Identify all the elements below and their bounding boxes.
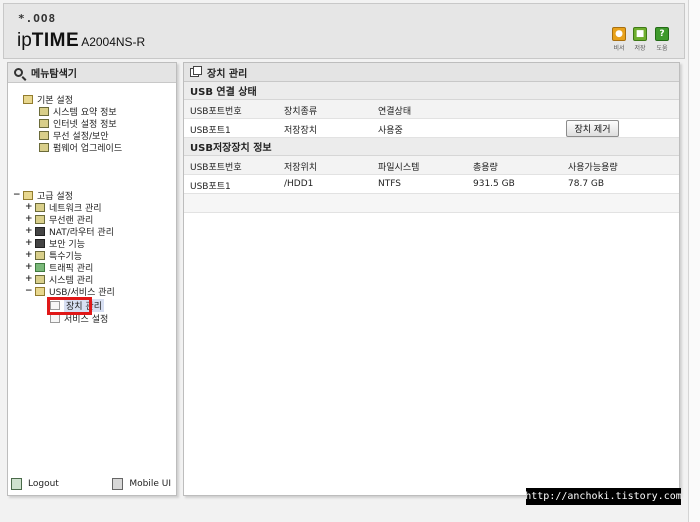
main-panel: 장치 관리 USB 연결 상태 USB포트번호 장치종류 연결상태 USB포트1…: [183, 62, 680, 496]
tree-item-wireless[interactable]: + 무선랜 관리: [25, 213, 93, 226]
folder-icon: [35, 286, 45, 296]
expand-icon[interactable]: +: [25, 250, 33, 260]
lock-icon: [35, 238, 45, 248]
table-row: USB포트1 /HDD1 NTFS 931.5 GB 78.7 GB: [184, 175, 679, 194]
page-icon: [39, 118, 49, 128]
expand-icon[interactable]: +: [25, 214, 33, 224]
table-row: USB포트1 저장장치 사용중 장치 제거: [184, 119, 679, 138]
collapse-icon[interactable]: −: [25, 286, 33, 296]
traffic-icon: [35, 262, 45, 272]
mobile-icon: [112, 478, 124, 490]
folder-icon: [23, 190, 33, 200]
logout-link[interactable]: Logout: [11, 478, 59, 490]
empty-row: [184, 194, 679, 213]
save-icon[interactable]: ■ 저장: [631, 27, 649, 52]
model-name: A2004NS-R: [81, 35, 146, 49]
page-title-bar: 장치 관리: [184, 63, 679, 82]
logout-icon: [11, 478, 22, 490]
usb-storage-section: USB저장장치 정보: [184, 138, 679, 156]
usb-status-header-row: USB포트번호 장치종류 연결상태: [184, 100, 679, 119]
network-icon: [35, 202, 45, 212]
menu-explorer-header: 메뉴탐색기: [8, 63, 176, 83]
remove-device-button[interactable]: 장치 제거: [566, 120, 619, 137]
page-title: 장치 관리: [207, 68, 248, 80]
pages-icon: [190, 65, 202, 77]
expand-icon[interactable]: +: [25, 274, 33, 284]
tree-item-firmware-upgrade[interactable]: 펌웨어 업그레이드: [39, 141, 122, 154]
tree-item-nat-router[interactable]: + NAT/라우터 관리: [25, 225, 114, 238]
brand-logo: ipTIME A2004NS-R: [17, 30, 146, 51]
tree-item-network[interactable]: + 네트워크 관리: [25, 201, 102, 214]
page-icon: [39, 130, 49, 140]
usb-status-section: USB 연결 상태: [184, 82, 679, 100]
url-watermark: http://anchoki.tistory.com: [525, 488, 682, 505]
expand-icon[interactable]: +: [25, 238, 33, 248]
special-icon: [35, 250, 45, 260]
tree-item-security[interactable]: + 보안 기능: [25, 237, 85, 250]
menu-explorer-title: 메뉴탐색기: [31, 69, 77, 80]
expand-icon[interactable]: +: [25, 262, 33, 272]
folder-icon: [23, 94, 33, 104]
expand-icon[interactable]: +: [25, 226, 33, 236]
tree-item-special[interactable]: + 특수기능: [25, 249, 82, 262]
wireless-icon: [35, 214, 45, 224]
header-bar: *.OO8 ipTIME A2004NS-R ● 비서 ■ 저장 ? 도움: [3, 3, 685, 59]
selection-highlight: [47, 297, 92, 315]
mobile-ui-link[interactable]: Mobile UI: [112, 478, 171, 490]
tree-item-system-summary[interactable]: 시스템 요약 정보: [39, 105, 117, 118]
system-icon: [35, 274, 45, 284]
window-edge: [688, 0, 700, 522]
tree-item-internet-info[interactable]: 인터넷 설정 정보: [39, 117, 117, 130]
storage-header-row: USB포트번호 저장위치 파일시스템 총용량 사용가능용량: [184, 156, 679, 175]
search-icon: [14, 68, 23, 77]
tree-item-traffic[interactable]: + 트래픽 관리: [25, 261, 93, 274]
page-icon: [39, 142, 49, 152]
logo-mark: *.OO8: [18, 12, 57, 25]
tree-advanced-settings[interactable]: − 고급 설정: [13, 189, 73, 202]
tree-item-usb-service[interactable]: − USB/서비스 관리: [25, 285, 115, 298]
tree-item-system[interactable]: + 시스템 관리: [25, 273, 93, 286]
admin-icon[interactable]: ● 비서: [610, 27, 628, 52]
router-icon: [35, 226, 45, 236]
sidebar-footer: Logout Mobile UI: [11, 478, 171, 490]
tree-basic-settings[interactable]: 기본 설정: [23, 93, 73, 106]
tree-item-wireless-security[interactable]: 무선 설정/보안: [39, 129, 109, 142]
page-icon: [39, 106, 49, 116]
help-icon[interactable]: ? 도움: [653, 27, 671, 52]
collapse-icon[interactable]: −: [13, 190, 21, 200]
expand-icon[interactable]: +: [25, 202, 33, 212]
